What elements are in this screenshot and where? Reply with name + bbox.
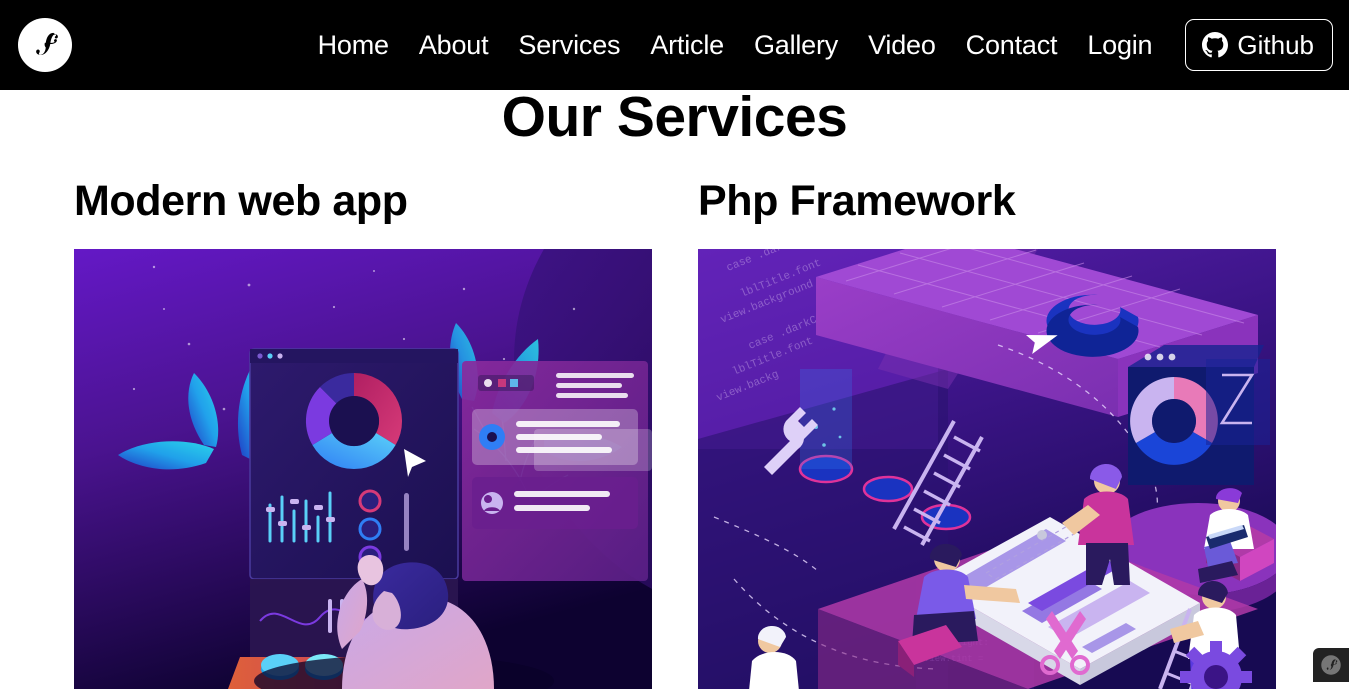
symfony-logo-icon	[25, 25, 65, 65]
brand-logo[interactable]	[18, 18, 72, 72]
nav-item-about[interactable]: About	[404, 31, 504, 59]
nav-links: Home About Services Article Gallery Vide…	[303, 19, 1349, 71]
navbar: Home About Services Article Gallery Vide…	[0, 0, 1349, 90]
github-button[interactable]: Github	[1185, 19, 1333, 71]
services-card-grid: Modern web app Php Framework lblTitle.fo…	[74, 177, 1276, 689]
nav-item-video[interactable]: Video	[853, 31, 951, 59]
github-icon	[1202, 32, 1229, 58]
github-button-label: Github	[1237, 29, 1314, 60]
page-title: Our Services	[501, 85, 848, 149]
nav-item-login[interactable]: Login	[1072, 31, 1167, 59]
service-card-php-framework: Php Framework lblTitle.font view.backgro…	[698, 177, 1276, 689]
symfony-logo-icon	[1319, 653, 1343, 677]
service-card-title: Php Framework	[698, 177, 1016, 225]
symfony-debug-toolbar-tab[interactable]	[1313, 648, 1349, 682]
nav-item-article[interactable]: Article	[635, 31, 739, 59]
service-card-image-php-framework: case .darkContent lblTitle.font view.bac…	[698, 249, 1276, 689]
nav-item-services[interactable]: Services	[503, 31, 635, 59]
nav-item-home[interactable]: Home	[303, 31, 404, 59]
nav-item-contact[interactable]: Contact	[951, 31, 1073, 59]
nav-item-gallery[interactable]: Gallery	[739, 31, 853, 59]
service-card-image-modern-web-app	[74, 249, 652, 689]
service-card-title: Modern web app	[74, 177, 408, 225]
service-card-modern-web-app: Modern web app	[74, 177, 652, 689]
